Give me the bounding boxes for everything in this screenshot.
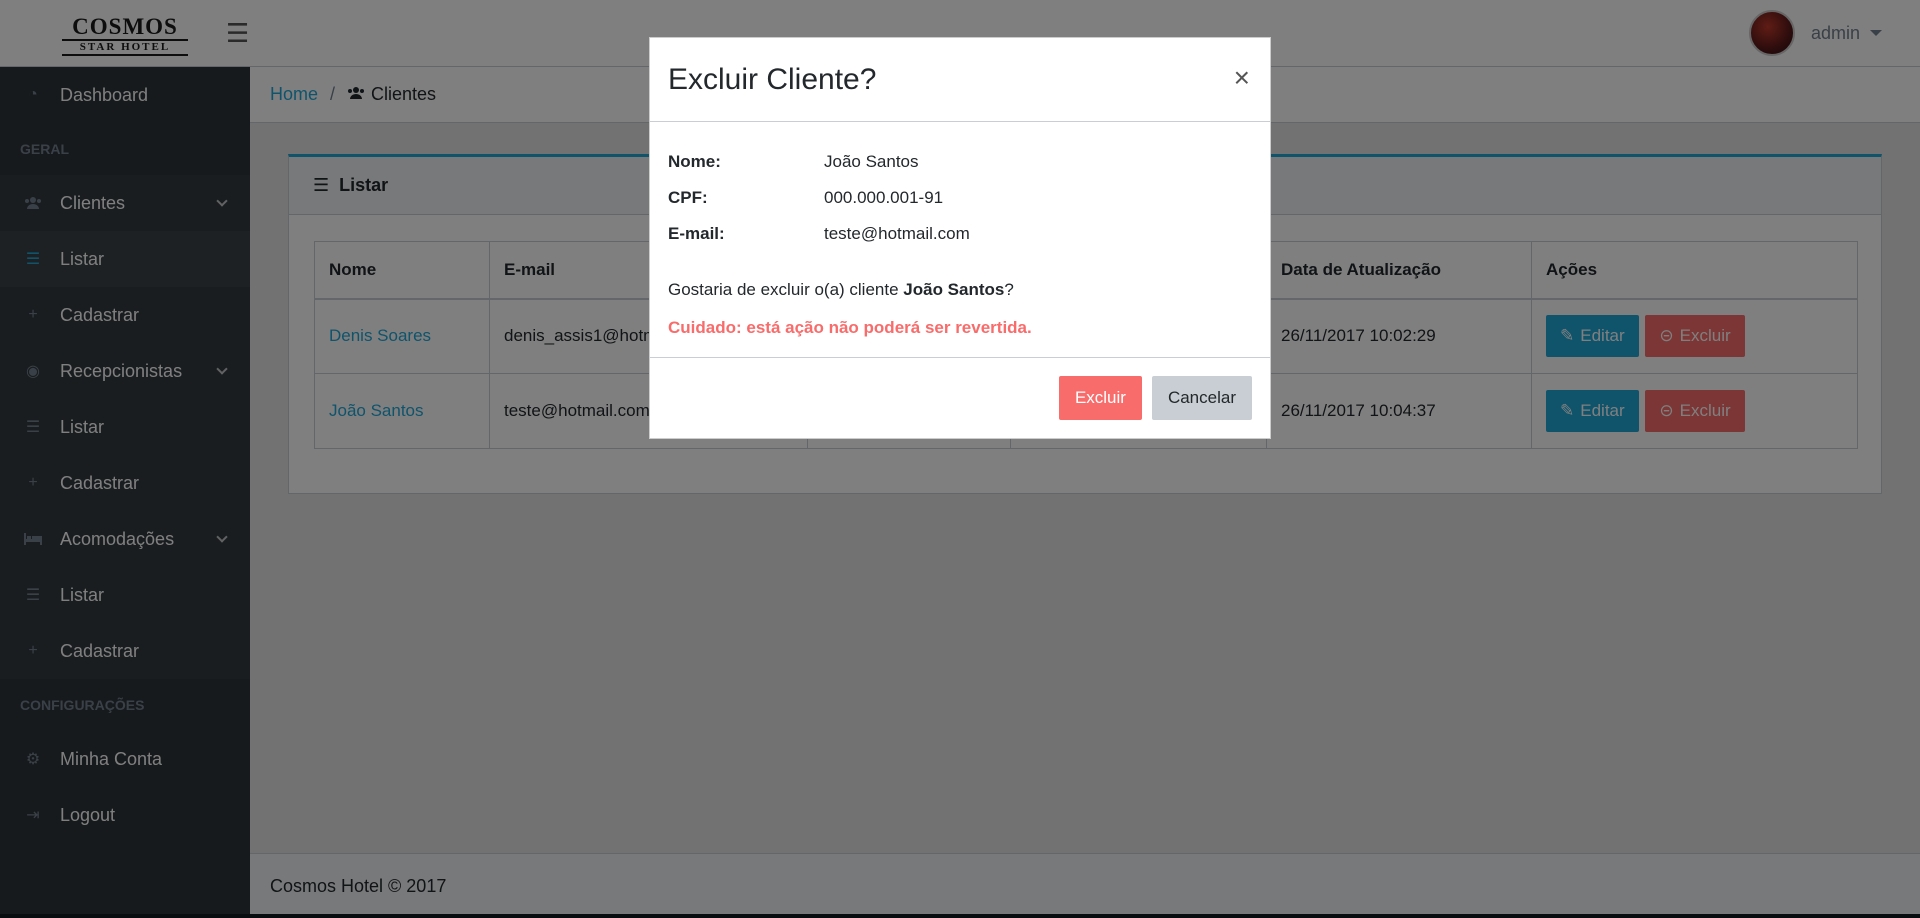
- field-row-email: E-mail: teste@hotmail.com: [668, 216, 1252, 252]
- confirm-delete-button[interactable]: Excluir: [1058, 376, 1142, 420]
- close-icon[interactable]: ×: [1234, 64, 1250, 92]
- field-value: João Santos: [824, 152, 919, 171]
- field-row-cpf: CPF: 000.000.001-91: [668, 180, 1252, 216]
- field-label: E-mail:: [668, 224, 725, 243]
- question-client-name: João Santos: [903, 280, 1005, 299]
- field-label: CPF:: [668, 188, 708, 207]
- field-value: teste@hotmail.com: [824, 224, 970, 243]
- question-prefix: Gostaria de excluir o(a) cliente: [668, 280, 904, 299]
- warning-text: Cuidado: está ação não poderá ser revert…: [668, 318, 1032, 337]
- field-row-nome: Nome: João Santos: [668, 144, 1252, 180]
- question-suffix: ?: [1004, 280, 1014, 299]
- confirm-question: Gostaria de excluir o(a) cliente João Sa…: [668, 272, 1252, 308]
- modal-title: Excluir Cliente?: [668, 62, 877, 96]
- field-label: Nome:: [668, 152, 721, 171]
- delete-client-modal: Excluir Cliente? × Nome: João Santos CPF…: [649, 37, 1271, 439]
- modal-body: Nome: João Santos CPF: 000.000.001-91 E-…: [650, 122, 1270, 358]
- modal-header: Excluir Cliente? ×: [650, 38, 1270, 122]
- modal-footer: Excluir Cancelar: [650, 358, 1270, 438]
- cancel-button[interactable]: Cancelar: [1151, 376, 1252, 420]
- field-value: 000.000.001-91: [824, 188, 944, 207]
